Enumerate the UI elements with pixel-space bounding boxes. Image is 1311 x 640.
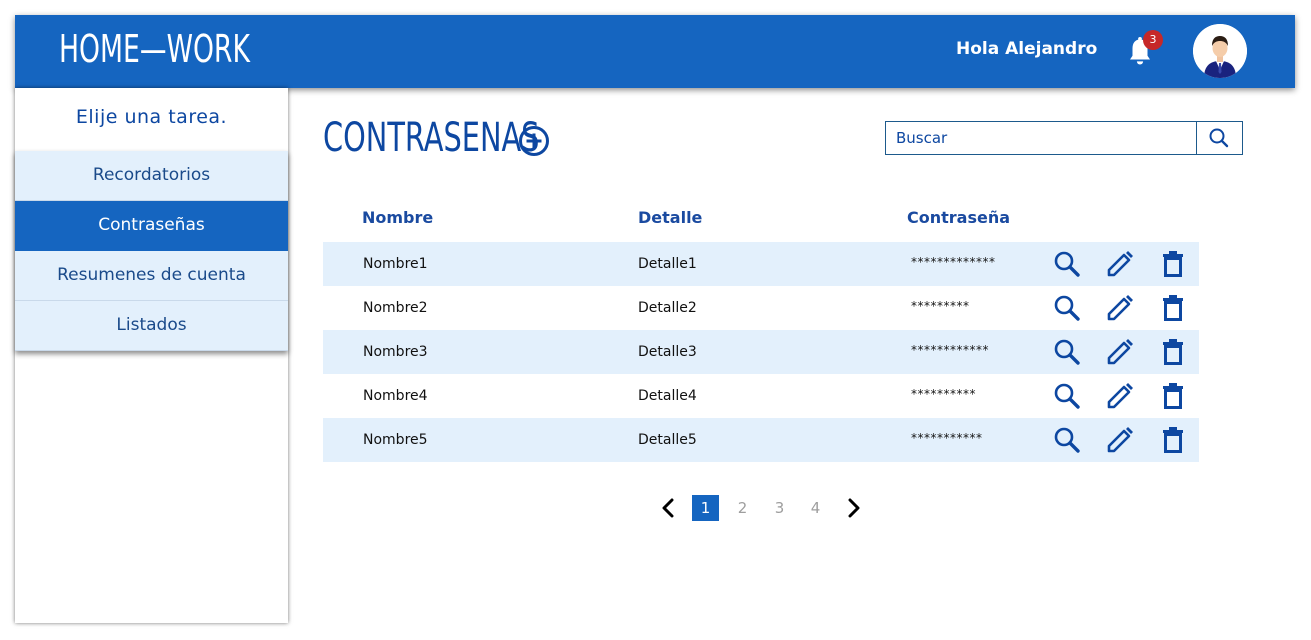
column-header-detalle[interactable]: Detalle — [638, 208, 702, 227]
user-greeting: Hola Alejandro — [956, 39, 1098, 59]
delete-icon[interactable] — [1158, 381, 1188, 411]
view-icon[interactable] — [1052, 293, 1082, 323]
page-3[interactable]: 3 — [766, 495, 793, 521]
cell-detalle: Detalle4 — [638, 388, 697, 404]
edit-icon[interactable] — [1105, 381, 1135, 411]
table-row: Nombre4 Detalle4 ********** — [323, 374, 1199, 418]
delete-icon[interactable] — [1158, 337, 1188, 367]
page-2[interactable]: 2 — [729, 495, 756, 521]
sidebar: Elije una tarea. Recordatorios Contraseñ… — [15, 88, 288, 623]
cell-detalle: Detalle5 — [638, 432, 697, 448]
cell-password: ************* — [911, 255, 996, 269]
sidebar-item-listados[interactable]: Listados — [15, 301, 288, 351]
plus-circle-icon — [519, 126, 549, 156]
chevron-right-icon[interactable] — [844, 497, 864, 519]
sidebar-menu: Recordatorios Contraseñas Resumenes de c… — [15, 151, 288, 351]
search-input[interactable] — [886, 122, 1197, 154]
view-icon[interactable] — [1052, 249, 1082, 279]
cell-password: ************ — [911, 343, 989, 357]
column-header-contrasena[interactable]: Contraseña — [907, 208, 1010, 227]
top-bar: HOME—WORK Hola Alejandro 3 — [15, 15, 1295, 88]
cell-detalle: Detalle2 — [638, 300, 697, 316]
cell-detalle: Detalle1 — [638, 256, 697, 272]
search-icon — [1209, 128, 1229, 148]
table-row: Nombre5 Detalle5 *********** — [323, 418, 1199, 462]
delete-icon[interactable] — [1158, 249, 1188, 279]
avatar[interactable] — [1193, 24, 1247, 78]
sidebar-item-contrasenas[interactable]: Contraseñas — [15, 201, 288, 251]
sidebar-item-recordatorios[interactable]: Recordatorios — [15, 151, 288, 201]
view-icon[interactable] — [1052, 425, 1082, 455]
edit-icon[interactable] — [1105, 293, 1135, 323]
page-title: CONTRASENAS — [323, 115, 540, 161]
cell-nombre: Nombre1 — [363, 256, 428, 272]
sidebar-title: Elije una tarea. — [75, 106, 228, 128]
notification-badge: 3 — [1143, 30, 1163, 50]
view-icon[interactable] — [1052, 337, 1082, 367]
app-logo[interactable]: HOME—WORK — [59, 27, 250, 71]
cell-detalle: Detalle3 — [638, 344, 697, 360]
search-box — [885, 121, 1243, 155]
table-row: Nombre2 Detalle2 ********* — [323, 286, 1199, 330]
cell-password: ********* — [911, 299, 970, 313]
page-4[interactable]: 4 — [802, 495, 829, 521]
cell-password: ********** — [911, 387, 976, 401]
edit-icon[interactable] — [1105, 337, 1135, 367]
add-password-button[interactable] — [518, 125, 550, 157]
delete-icon[interactable] — [1158, 293, 1188, 323]
edit-icon[interactable] — [1105, 249, 1135, 279]
cell-password: *********** — [911, 431, 983, 445]
cell-nombre: Nombre3 — [363, 344, 428, 360]
table-row: Nombre1 Detalle1 ************* — [323, 242, 1199, 286]
cell-nombre: Nombre4 — [363, 388, 428, 404]
column-header-nombre[interactable]: Nombre — [362, 208, 433, 227]
search-button[interactable] — [1196, 122, 1242, 154]
delete-icon[interactable] — [1158, 425, 1188, 455]
cell-nombre: Nombre2 — [363, 300, 428, 316]
chevron-left-icon[interactable] — [659, 497, 679, 519]
view-icon[interactable] — [1052, 381, 1082, 411]
page-1[interactable]: 1 — [692, 495, 719, 521]
edit-icon[interactable] — [1105, 425, 1135, 455]
cell-nombre: Nombre5 — [363, 432, 428, 448]
table-row: Nombre3 Detalle3 ************ — [323, 330, 1199, 374]
sidebar-item-resumenes-de-cuenta[interactable]: Resumenes de cuenta — [15, 251, 288, 301]
